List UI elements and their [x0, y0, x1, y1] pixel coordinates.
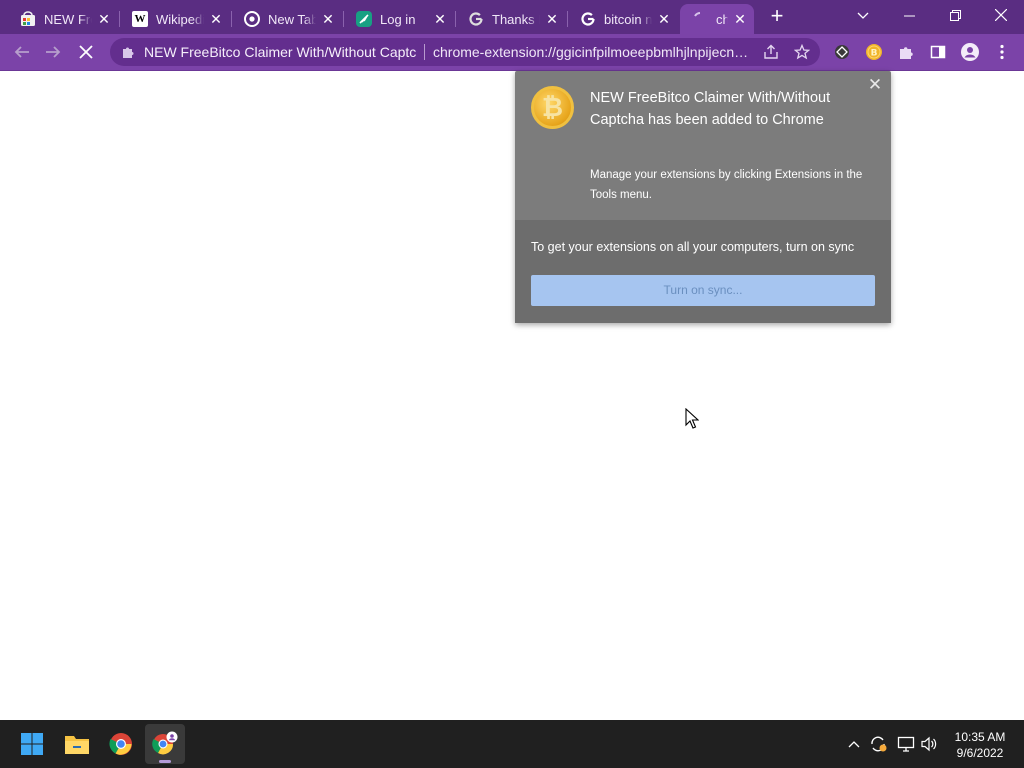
back-button[interactable]	[9, 39, 35, 65]
google-icon	[580, 11, 596, 27]
tab-active-extension[interactable]: chr ✕	[680, 4, 754, 34]
tab-title: Thanks For	[492, 11, 540, 27]
side-panel-button[interactable]	[925, 39, 951, 65]
close-icon[interactable]: ✕	[732, 11, 748, 27]
stop-icon	[79, 45, 93, 59]
chrome-menu-button[interactable]	[989, 39, 1015, 65]
bitcoin-icon: ₿	[531, 86, 574, 129]
omnibox-page-name: NEW FreeBitco Claimer With/Without Captc…	[144, 44, 416, 60]
close-icon[interactable]: ✕	[656, 11, 672, 27]
active-app-indicator	[159, 760, 171, 763]
chrome-icon	[109, 733, 132, 755]
close-window-button[interactable]	[978, 0, 1024, 30]
close-icon[interactable]: ✕	[208, 11, 224, 27]
google-icon	[468, 11, 484, 27]
close-icon[interactable]: ✕	[544, 11, 560, 27]
close-icon[interactable]: ✕	[432, 11, 448, 27]
restore-icon	[949, 9, 961, 21]
chevron-down-icon	[857, 12, 869, 19]
close-icon[interactable]: ✕	[867, 76, 883, 93]
bubble-headline: NEW FreeBitco Claimer With/Without Captc…	[590, 90, 831, 128]
feather-icon	[356, 11, 372, 27]
bitcoin-extension-button[interactable]: B	[861, 39, 887, 65]
puzzle-icon	[900, 47, 913, 59]
bubble-subtext: Manage your extensions by clicking Exten…	[590, 169, 863, 201]
tab-title: bitcoin nu	[604, 11, 652, 27]
folder-icon	[65, 736, 89, 754]
extension-1-button[interactable]	[829, 39, 855, 65]
tab-title: New Tab	[268, 11, 316, 27]
windows-taskbar: 10:35 AM 9/6/2022	[0, 720, 1024, 768]
profile-button[interactable]	[957, 39, 983, 65]
chrome-taskbar-button[interactable]	[101, 724, 141, 764]
forward-button[interactable]	[40, 39, 66, 65]
tab-search-button[interactable]	[840, 0, 886, 30]
close-icon[interactable]: ✕	[320, 11, 336, 27]
star-icon	[794, 44, 810, 60]
extensions-menu-button[interactable]	[893, 39, 919, 65]
share-button[interactable]	[758, 39, 784, 65]
omnibox-divider	[424, 44, 425, 60]
puzzle-icon	[120, 44, 136, 60]
network-tray[interactable]	[896, 730, 916, 758]
loading-icon	[692, 11, 708, 27]
chrome-profile-taskbar-button[interactable]	[145, 724, 185, 764]
stop-loading-button[interactable]	[73, 39, 99, 65]
file-explorer-button[interactable]	[57, 724, 97, 764]
tab-title: NEW FreeBitco Claimer With/Without Captc…	[44, 11, 92, 27]
share-icon	[764, 44, 778, 59]
turn-on-sync-button[interactable]: Turn on sync...	[531, 275, 875, 306]
tab-title: chr	[716, 11, 728, 27]
start-button[interactable]	[12, 724, 52, 764]
tab-strip: NEW FreeBitco Claimer With/Without Captc…	[0, 0, 1024, 34]
chrome-profile-icon	[152, 731, 178, 755]
sync-status-tray[interactable]	[868, 730, 888, 758]
tab-log-in[interactable]: Log in ✕	[344, 4, 454, 34]
tab-freebitco[interactable]: NEW FreeBitco Claimer With/Without Captc…	[8, 4, 118, 34]
omnibox[interactable]: NEW FreeBitco Claimer With/Without Captc…	[110, 38, 820, 66]
clock-date: 9/6/2022	[956, 746, 1004, 760]
clock-time: 10:35 AM	[954, 730, 1006, 744]
tab-thanks[interactable]: Thanks For ✕	[456, 4, 566, 34]
sync-message: To get your extensions on all your compu…	[531, 240, 855, 254]
tab-bitcoin[interactable]: bitcoin nu ✕	[568, 4, 678, 34]
windows-logo-icon	[21, 733, 43, 755]
speaker-icon	[921, 736, 937, 752]
chrome-icon	[244, 11, 260, 27]
bitcoin-coin-icon: B	[866, 44, 882, 60]
bookmark-button[interactable]	[789, 39, 815, 65]
system-clock[interactable]: 10:35 AM 9/6/2022	[950, 729, 1010, 761]
kebab-menu-icon	[1000, 44, 1004, 60]
avatar-icon	[961, 43, 979, 61]
tab-title: Wikipedia	[156, 11, 204, 27]
mouse-cursor-icon	[685, 408, 699, 429]
bubble-footer: To get your extensions on all your compu…	[515, 220, 891, 323]
sync-icon	[871, 736, 887, 752]
forward-arrow-icon	[46, 46, 61, 58]
side-panel-icon	[930, 45, 946, 59]
tab-new-tab[interactable]: New Tab ✕	[232, 4, 342, 34]
network-icon	[897, 736, 915, 752]
close-icon	[995, 9, 1007, 21]
extension-installed-bubble: ₿ ✕ NEW FreeBitco Claimer With/Without C…	[515, 71, 891, 323]
minimize-icon	[903, 15, 915, 16]
minimize-button[interactable]	[886, 0, 932, 30]
chevron-up-icon	[848, 741, 860, 748]
svg-text:B: B	[871, 49, 878, 59]
chrome-webstore-icon	[20, 11, 36, 27]
new-tab-button[interactable]: +	[766, 5, 788, 28]
omnibox-url: chrome-extension://ggicinfpilmoeepbmlhjl…	[433, 44, 755, 60]
volume-tray[interactable]	[920, 730, 940, 758]
wikipedia-icon: W	[132, 11, 148, 27]
show-hidden-icons-button[interactable]	[844, 730, 864, 758]
extension-diamond-icon	[835, 45, 849, 59]
restore-button[interactable]	[932, 0, 978, 30]
tab-title: Log in	[380, 11, 416, 27]
tab-wikipedia[interactable]: W Wikipedia ✕	[120, 4, 230, 34]
back-arrow-icon	[14, 46, 29, 58]
close-icon[interactable]: ✕	[96, 11, 112, 27]
